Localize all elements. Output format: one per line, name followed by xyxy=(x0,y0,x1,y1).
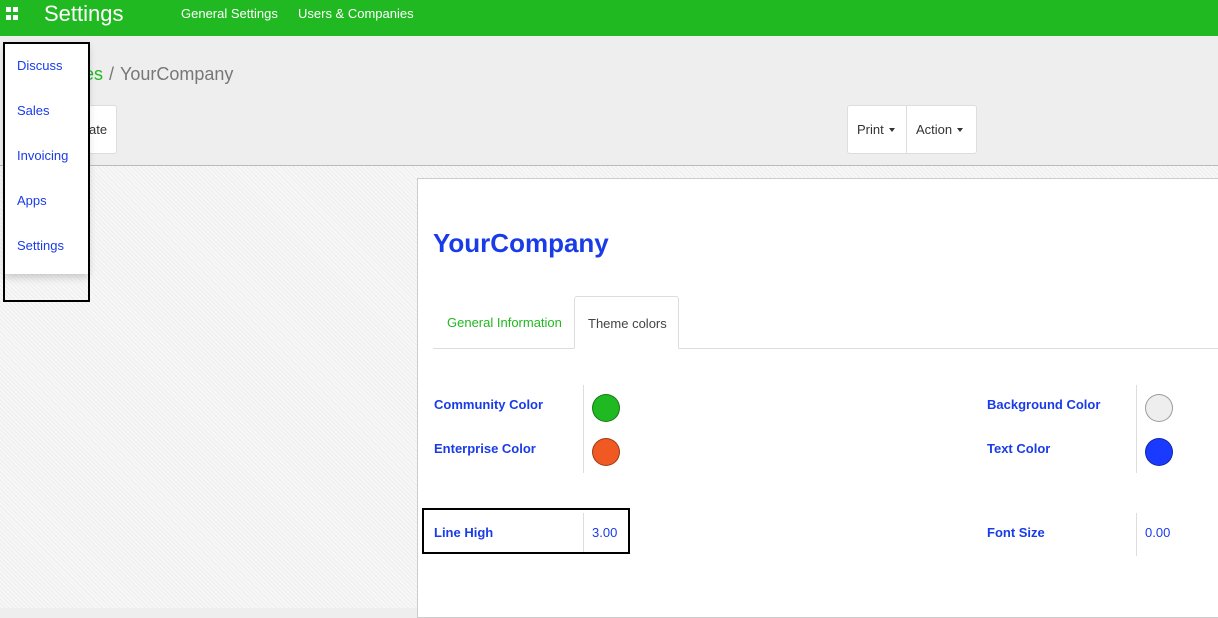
print-label: Print xyxy=(857,122,884,137)
dropdown-highlight xyxy=(3,42,90,302)
action-button[interactable]: Action xyxy=(916,106,964,153)
caret-down-icon xyxy=(888,128,895,132)
print-button[interactable]: Print xyxy=(857,106,895,153)
enterprise-color-label: Enterprise Color xyxy=(434,441,536,456)
font-size-separator xyxy=(1136,513,1137,556)
tab-theme-colors[interactable]: Theme colors xyxy=(574,296,679,349)
breadcrumb-current: YourCompany xyxy=(120,64,234,84)
breadcrumb: es / YourCompany xyxy=(84,63,233,85)
top-navbar: Settings General Settings Users & Compan… xyxy=(0,0,1218,36)
text-color-label: Text Color xyxy=(987,441,1051,456)
left-field-separator xyxy=(583,385,584,473)
app-brand: Settings xyxy=(44,1,124,26)
print-action-group: Print Action xyxy=(847,105,977,154)
background-color-swatch[interactable] xyxy=(1145,394,1173,422)
caret-down-icon xyxy=(957,128,964,132)
background-color-label: Background Color xyxy=(987,397,1101,412)
nav-general-settings[interactable]: General Settings xyxy=(181,6,278,22)
company-name-title: YourCompany xyxy=(433,228,609,258)
tab-general-information[interactable]: General Information xyxy=(434,296,574,349)
action-label: Action xyxy=(916,122,953,137)
nav-users-companies[interactable]: Users & Companies xyxy=(298,6,414,22)
line-high-highlight xyxy=(422,508,630,554)
apps-menu-icon[interactable] xyxy=(6,7,20,21)
breadcrumb-separator: / xyxy=(109,64,115,84)
community-color-swatch[interactable] xyxy=(592,394,620,422)
text-color-swatch[interactable] xyxy=(1145,438,1173,466)
button-divider xyxy=(906,106,907,153)
enterprise-color-swatch[interactable] xyxy=(592,438,620,466)
font-size-value[interactable]: 0.00 xyxy=(1145,525,1170,541)
create-button[interactable]: ate xyxy=(89,106,107,153)
community-color-label: Community Color xyxy=(434,397,544,412)
font-size-label: Font Size xyxy=(987,525,1045,540)
right-field-separator xyxy=(1136,385,1137,473)
